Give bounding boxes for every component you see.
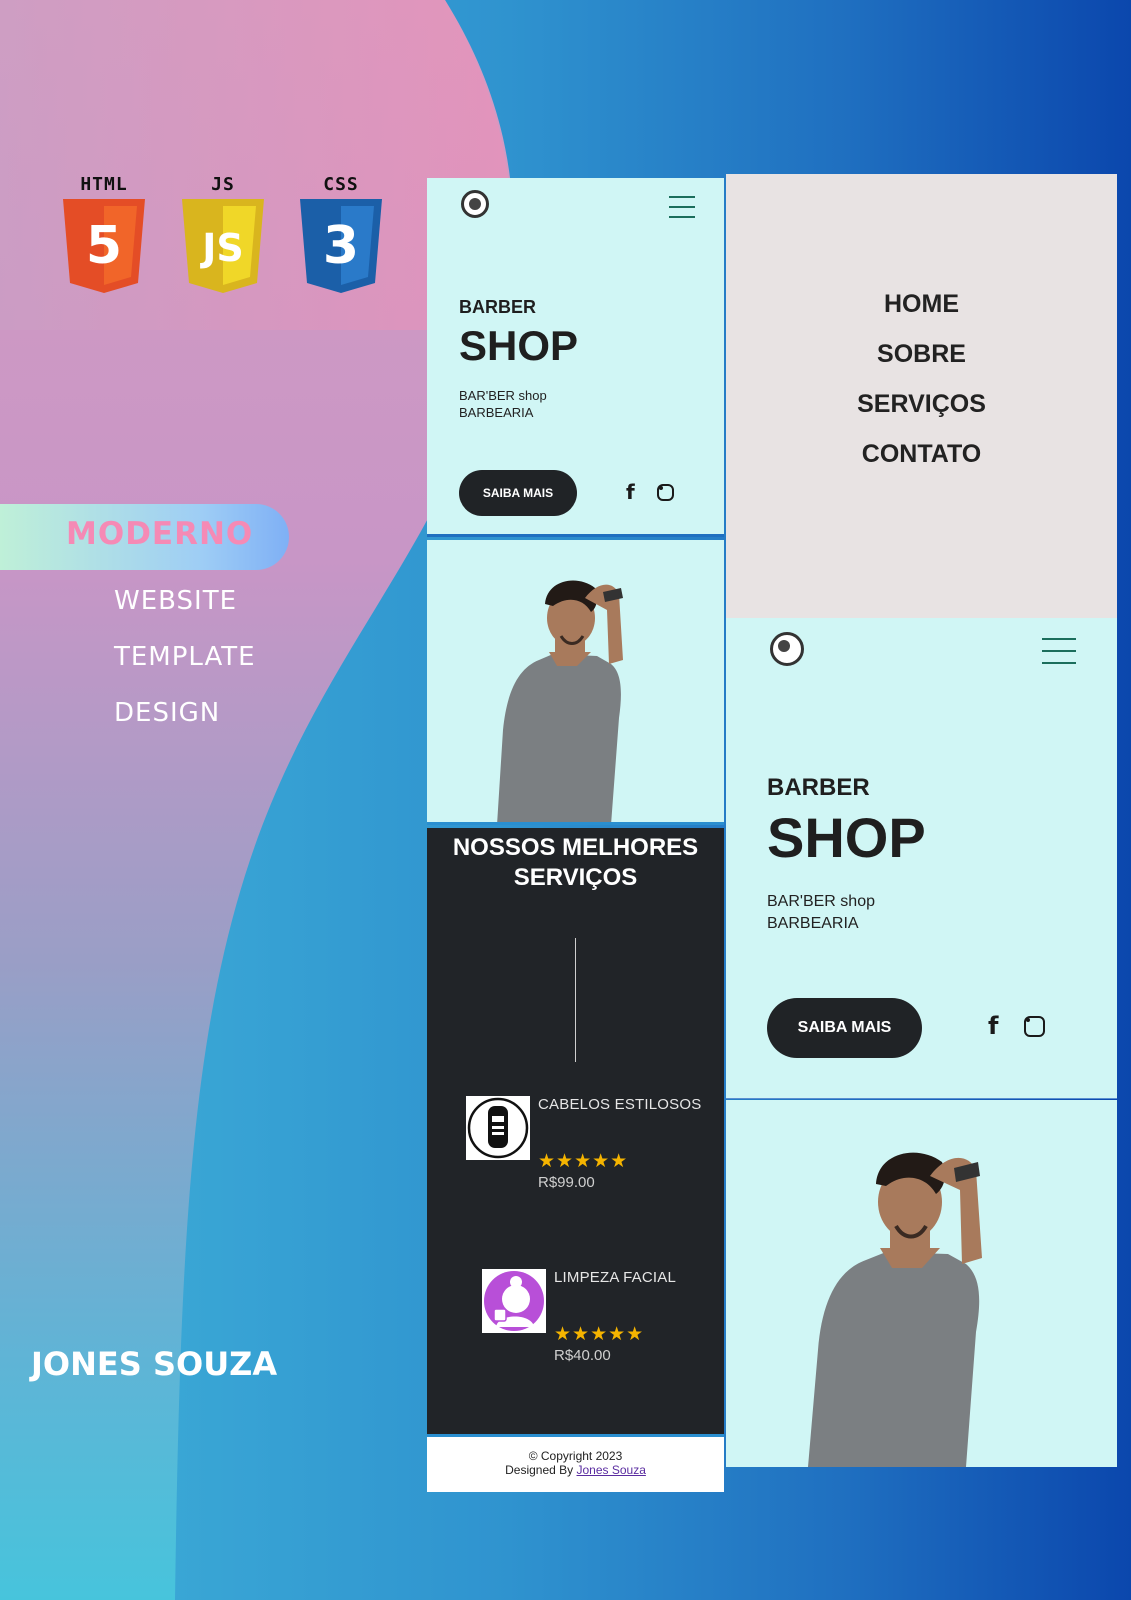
moderno-badge: MODERNO (0, 504, 289, 570)
large-model-section (726, 1100, 1117, 1467)
instagram-icon[interactable] (1024, 1015, 1046, 1037)
saiba-mais-button[interactable]: SAIBA MAIS (459, 470, 577, 516)
design-label: DESIGN (114, 698, 221, 728)
barbershop-logo-icon[interactable] (461, 190, 489, 218)
menu-item-contato[interactable]: CONTATO (726, 440, 1117, 469)
css3-icon: 3 (300, 199, 382, 293)
rating-stars: ★★★★★ (538, 1151, 629, 1172)
service-name: LIMPEZA FACIAL (554, 1269, 677, 1286)
moderno-label: MODERNO (66, 516, 254, 552)
service-name: CABELOS ESTILOSOS (538, 1096, 702, 1113)
js-label: JS (211, 174, 235, 195)
rating-stars: ★★★★★ (554, 1324, 645, 1345)
svg-text:JS: JS (199, 226, 244, 270)
menu-item-sobre[interactable]: SOBRE (726, 340, 1117, 369)
model-photo (497, 580, 623, 822)
html5-logo: HTML 5 (61, 174, 147, 293)
hero-title-main: SHOP (767, 806, 926, 869)
hamburger-menu-icon[interactable] (1042, 638, 1076, 672)
css3-logo: CSS 3 (298, 174, 384, 293)
hero-subtitle-2: BARBEARIA (459, 405, 534, 420)
service-price: R$40.00 (554, 1347, 611, 1364)
mobile-menu-overlay: HOME SOBRE SERVIÇOS CONTATO (726, 174, 1117, 618)
instagram-icon[interactable] (656, 483, 674, 501)
template-label: TEMPLATE (114, 642, 256, 672)
svg-text:3: 3 (323, 216, 359, 276)
copyright-text: © Copyright 2023 (528, 1449, 623, 1463)
trimmer-icon (466, 1096, 530, 1160)
hero-title-main: SHOP (459, 322, 579, 369)
services-section: NOSSOS MELHORES SERVIÇOS CABELOS ESTILOS… (427, 828, 724, 1434)
js-shield-icon: JS (182, 199, 264, 293)
author-name: JONES SOUZA (31, 1345, 278, 1383)
js-logo: JS JS (180, 174, 266, 293)
hamburger-menu-icon[interactable] (669, 196, 695, 226)
designed-by-line: Designed By Jones Souza (427, 1463, 724, 1477)
large-hero-section: BARBER SHOP BAR'BER shop BARBEARIA SAIBA… (726, 618, 1117, 1099)
html5-icon: 5 (63, 199, 145, 293)
services-title-2: SERVIÇOS (513, 864, 638, 891)
hero-subtitle-2: BARBEARIA (767, 915, 859, 932)
website-label: WEBSITE (114, 586, 237, 616)
social-links: f (988, 1012, 1046, 1040)
services-title-1: NOSSOS MELHORES (452, 834, 699, 861)
menu-item-home[interactable]: HOME (726, 290, 1117, 319)
facebook-icon[interactable]: f (988, 1012, 998, 1040)
footer: © Copyright 2023 Designed By Jones Souza (427, 1434, 724, 1492)
html-label: HTML (80, 174, 128, 195)
hero-subtitle-1: BAR'BER shop (459, 388, 547, 403)
css-label: CSS (323, 174, 359, 195)
author-link[interactable]: Jones Souza (577, 1463, 646, 1477)
svg-text:5: 5 (86, 216, 122, 276)
designed-by-label: Designed By (505, 1463, 574, 1477)
small-model-section (427, 540, 724, 825)
hero-subtitle-1: BAR'BER shop (767, 893, 875, 910)
service-price: R$99.00 (538, 1174, 595, 1191)
barbershop-logo-icon[interactable] (770, 632, 804, 666)
hero-title-top: BARBER (459, 297, 537, 317)
menu-item-servicos[interactable]: SERVIÇOS (726, 390, 1117, 419)
services-divider (575, 938, 576, 1062)
facial-care-icon (482, 1269, 546, 1333)
model-photo (808, 1152, 982, 1467)
social-links: f (626, 480, 674, 504)
small-hero-section: BARBER SHOP BAR'BER shop BARBEARIA SAIBA… (427, 178, 724, 537)
facebook-icon[interactable]: f (626, 480, 635, 504)
saiba-mais-button[interactable]: SAIBA MAIS (767, 998, 922, 1058)
hero-title-top: BARBER (767, 774, 870, 801)
